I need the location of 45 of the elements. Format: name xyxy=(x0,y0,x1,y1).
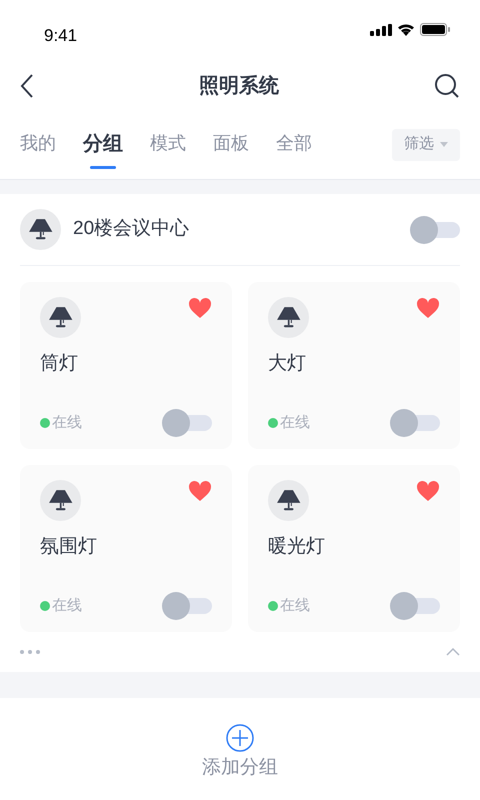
signal-icon xyxy=(370,24,392,36)
heart-icon[interactable] xyxy=(416,480,440,502)
device-card[interactable]: 筒灯 在线 xyxy=(20,282,232,449)
battery-icon xyxy=(420,23,450,36)
toggle-switch[interactable] xyxy=(162,409,212,437)
lamp-icon xyxy=(268,480,309,521)
toggle-switch[interactable] xyxy=(390,409,440,437)
device-name: 暖光灯 xyxy=(268,535,326,559)
tab[interactable]: 分组 xyxy=(83,128,123,160)
toggle-switch[interactable] xyxy=(162,592,212,620)
lamp-icon xyxy=(40,480,81,521)
more-icon[interactable] xyxy=(20,650,40,654)
status-text: 在线 xyxy=(280,596,310,616)
page-title: 照明系统 xyxy=(199,74,279,99)
filter-dropdown[interactable]: 筛选 xyxy=(392,128,460,160)
status-text: 在线 xyxy=(280,412,310,433)
tab[interactable]: 我的 xyxy=(20,128,56,160)
device-name: 大灯 xyxy=(268,352,307,376)
heart-icon[interactable] xyxy=(188,480,212,502)
caret-icon xyxy=(440,142,448,147)
plus-icon xyxy=(226,724,254,752)
lamp-icon xyxy=(268,297,309,338)
status-time: 9:41 xyxy=(44,24,78,46)
status-text: 在线 xyxy=(52,596,82,616)
lamp-icon xyxy=(20,209,61,250)
device-card[interactable]: 暖光灯 在线 xyxy=(248,465,460,632)
wifi-icon xyxy=(397,23,415,36)
device-card[interactable]: 氛围灯 在线 xyxy=(20,465,232,632)
heart-icon[interactable] xyxy=(416,297,440,319)
tab-underline xyxy=(90,166,116,168)
tab[interactable]: 模式 xyxy=(150,128,186,160)
device-name: 氛围灯 xyxy=(40,535,98,559)
heart-icon[interactable] xyxy=(188,297,212,319)
device-card[interactable]: 大灯 在线 xyxy=(248,282,460,449)
lamp-icon xyxy=(40,297,81,338)
collapse-chevron-icon[interactable] xyxy=(446,648,460,656)
group-name: 20楼会议中心 xyxy=(73,217,190,242)
search-button[interactable] xyxy=(434,73,460,99)
tab[interactable]: 全部 xyxy=(276,128,312,160)
status-text: 在线 xyxy=(52,412,82,433)
device-name: 筒灯 xyxy=(40,352,79,376)
tab[interactable]: 面板 xyxy=(213,128,249,160)
add-group-button[interactable]: 添加分组 xyxy=(202,724,278,782)
toggle-switch[interactable] xyxy=(390,592,440,620)
toggle-switch[interactable] xyxy=(410,216,460,244)
